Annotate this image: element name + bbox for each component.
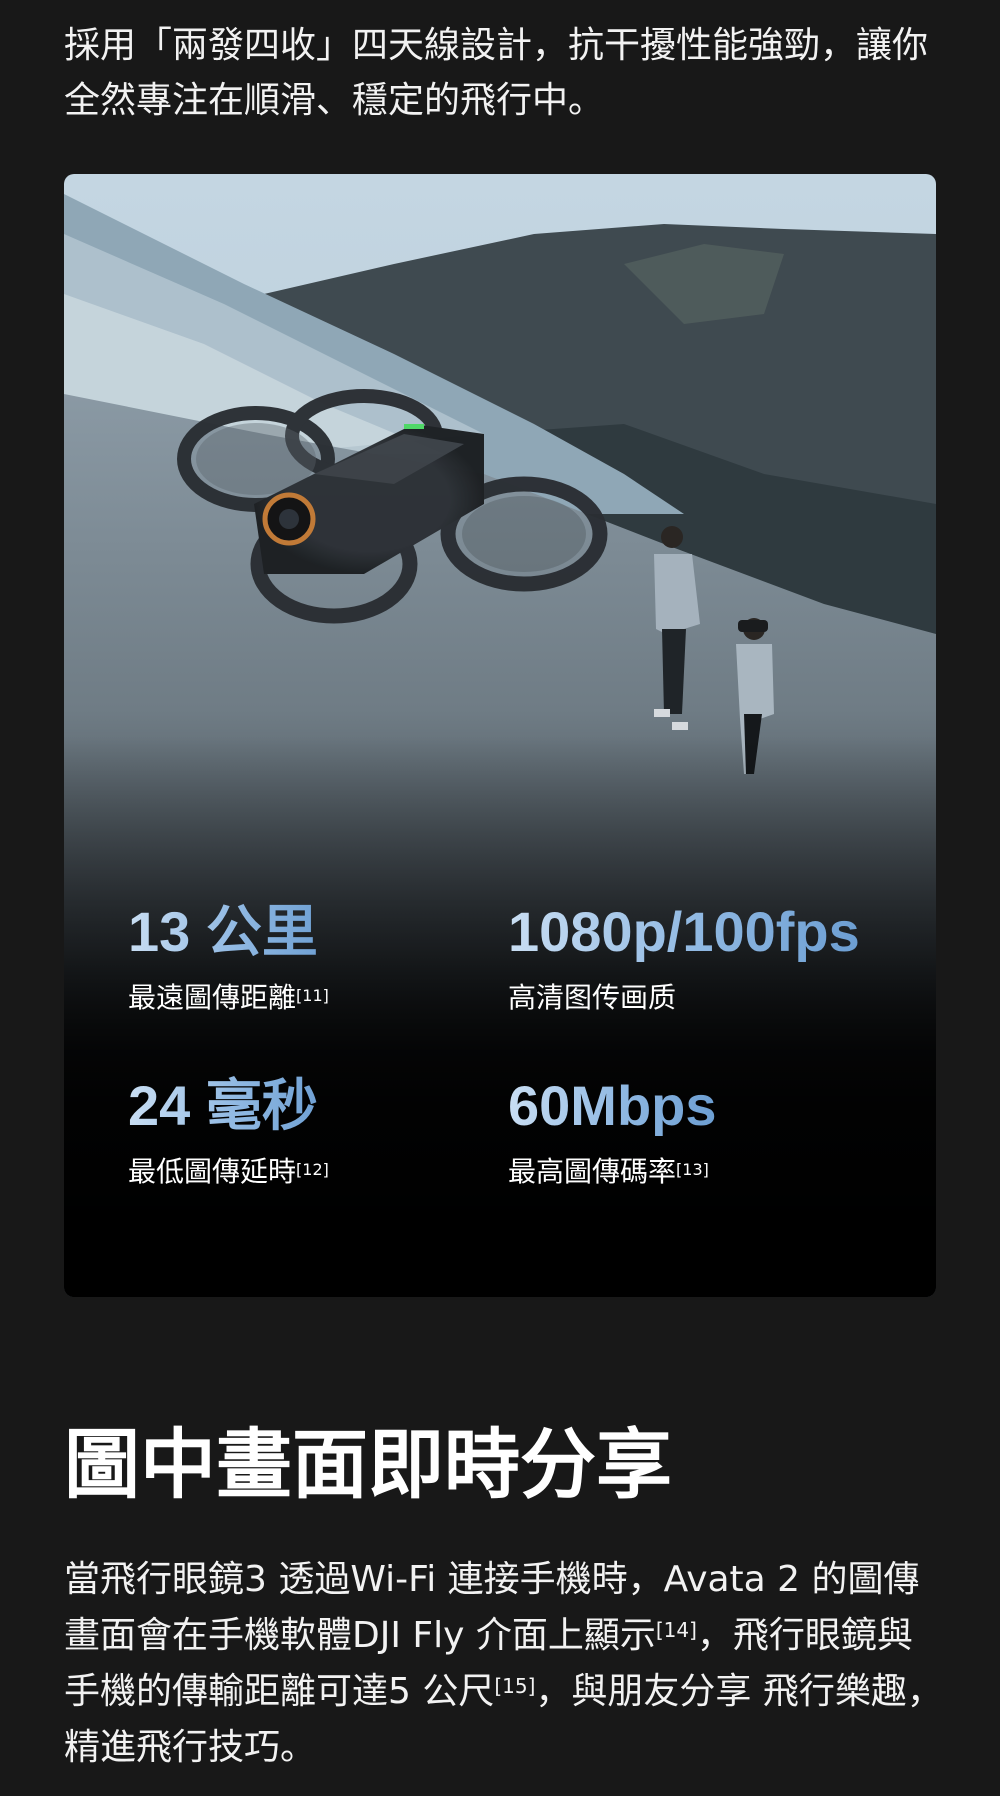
product-feature-card: 13 公里 最遠圖傳距離[11] 1080p/100fps 高清图传画质 24 … xyxy=(64,174,936,1297)
section-body: 當飛行眼鏡3 透過Wi-Fi 連接手機時，Avata 2 的圖傳畫面會在手機軟體… xyxy=(64,1559,943,1768)
stat-value: 24 毫秒 xyxy=(128,1076,329,1136)
stat-transmission-range: 13 公里 最遠圖傳距離[11] xyxy=(128,902,329,1016)
stat-latency: 24 毫秒 最低圖傳延時[12] xyxy=(128,1076,329,1190)
footnote-ref[interactable]: [13] xyxy=(676,1160,709,1179)
section-title: 圖中畫面即時分享 xyxy=(64,1420,672,1509)
stat-value: 1080p/100fps xyxy=(508,900,860,963)
footnote-ref[interactable]: [11] xyxy=(296,986,329,1005)
stat-bitrate: 60Mbps 最高圖傳碼率[13] xyxy=(508,1076,717,1190)
stat-label: 最低圖傳延時[12] xyxy=(128,1155,329,1188)
intro-paragraph: 採用「兩發四收」四天線設計，抗干擾性能強勁，讓你全然專注在順滑、穩定的飛行中。 xyxy=(64,25,929,121)
footnote-ref[interactable]: [14] xyxy=(656,1618,697,1642)
stat-label: 最高圖傳碼率[13] xyxy=(508,1155,709,1188)
stat-video-quality: 1080p/100fps 高清图传画质 xyxy=(508,902,860,1016)
stat-value: 60Mbps xyxy=(508,1074,717,1137)
stat-label: 最遠圖傳距離[11] xyxy=(128,981,329,1014)
footnote-ref[interactable]: [12] xyxy=(296,1160,329,1179)
stat-label: 高清图传画质 xyxy=(508,981,677,1014)
footnote-ref[interactable]: [15] xyxy=(494,1674,535,1698)
stat-value: 13 公里 xyxy=(128,902,329,962)
